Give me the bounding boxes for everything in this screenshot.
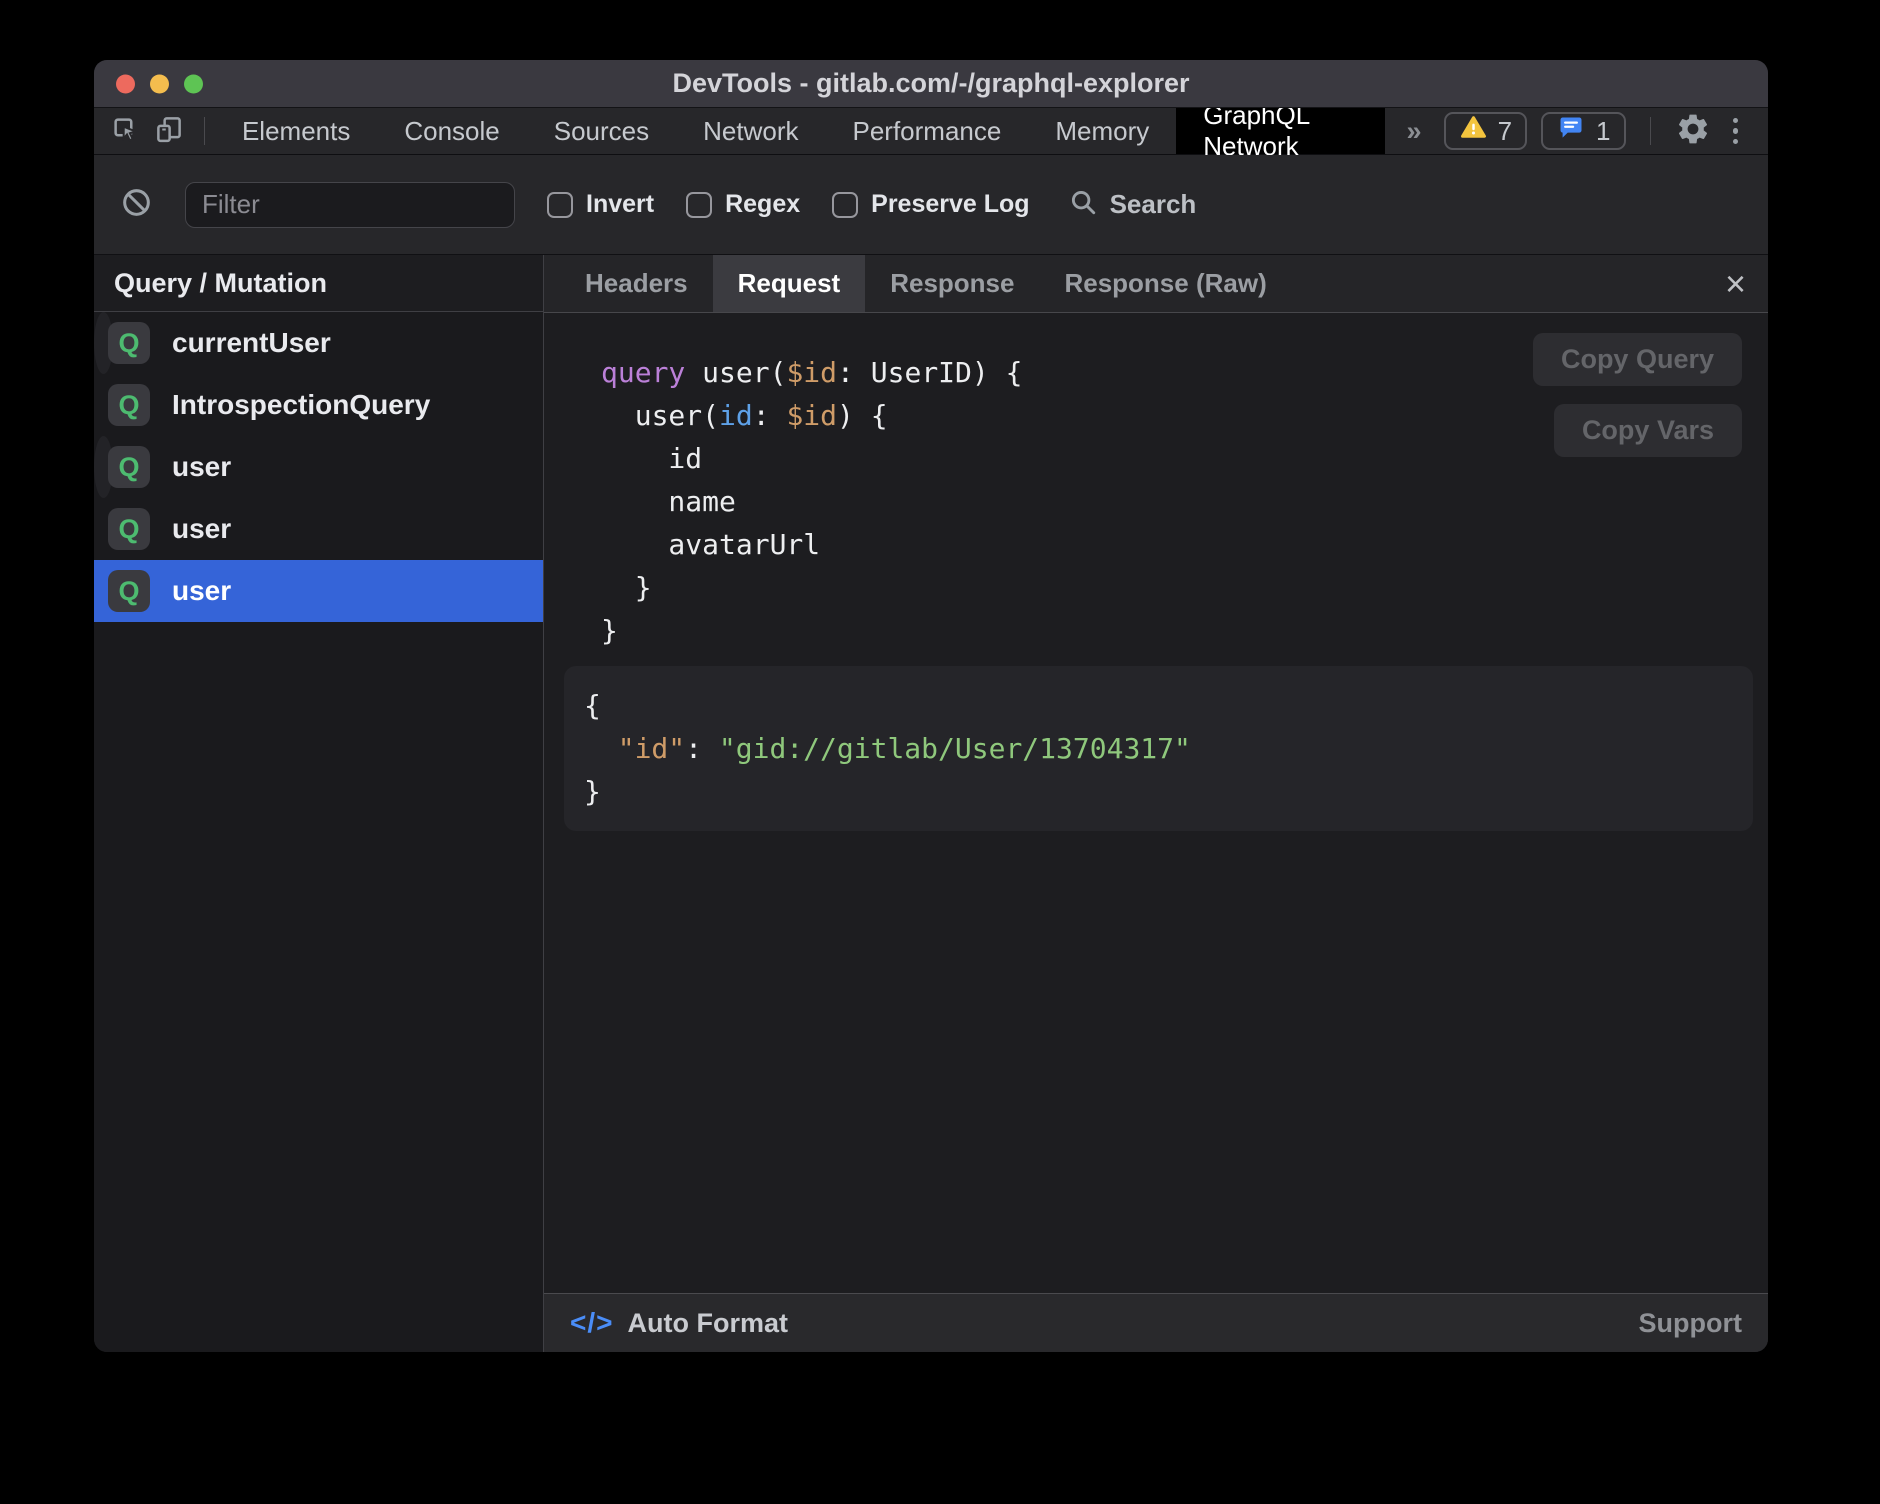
tab-elements[interactable]: Elements bbox=[215, 108, 377, 154]
minimize-window-button[interactable] bbox=[150, 74, 169, 93]
tab-sources[interactable]: Sources bbox=[527, 108, 676, 154]
tab-performance[interactable]: Performance bbox=[826, 108, 1029, 154]
tab-graphql-network[interactable]: GraphQL Network bbox=[1176, 108, 1384, 154]
issues-badge[interactable]: 1 bbox=[1541, 112, 1625, 150]
panel-tab-response-raw[interactable]: Response (Raw) bbox=[1039, 255, 1291, 312]
filter-checkboxes: Invert Regex Preserve Log bbox=[547, 190, 1030, 219]
query-list-item-user-3[interactable]: Quser bbox=[94, 498, 543, 560]
settings-gear-icon[interactable] bbox=[1675, 111, 1711, 152]
kebab-menu-icon[interactable] bbox=[1725, 118, 1747, 145]
checkbox-label-preserve-log: Preserve Log bbox=[871, 190, 1029, 219]
search-control[interactable]: Search bbox=[1068, 187, 1197, 222]
copy-query-button[interactable]: Copy Query bbox=[1533, 333, 1742, 386]
warnings-count: 7 bbox=[1498, 116, 1512, 147]
toolbar-divider bbox=[204, 117, 205, 145]
code-line: name bbox=[601, 480, 1768, 523]
search-label: Search bbox=[1110, 189, 1197, 220]
query-list-item-label: user bbox=[172, 451, 231, 483]
toolbar-icons bbox=[110, 108, 194, 154]
checkbox-invert[interactable] bbox=[547, 192, 573, 218]
query-list-item-introspectionquery-1[interactable]: Q IntrospectionQuery bbox=[94, 374, 543, 436]
query-list-item-label: user bbox=[172, 513, 231, 545]
query-list-item-user-2[interactable]: Quser bbox=[94, 436, 113, 498]
sidebar-header: Query / Mutation bbox=[94, 255, 543, 312]
tab-network[interactable]: Network bbox=[676, 108, 825, 154]
warnings-badge[interactable]: 7 bbox=[1444, 112, 1527, 150]
code-line: } bbox=[601, 566, 1768, 609]
window-controls bbox=[116, 74, 203, 93]
checkbox-label-invert: Invert bbox=[586, 190, 654, 219]
close-window-button[interactable] bbox=[116, 74, 135, 93]
checkbox-regex[interactable] bbox=[686, 192, 712, 218]
close-panel-icon[interactable]: × bbox=[1725, 266, 1746, 302]
auto-format-button[interactable]: Auto Format bbox=[627, 1308, 787, 1339]
title-bar: DevTools - gitlab.com/-/graphql-explorer bbox=[94, 60, 1768, 108]
inspect-element-icon[interactable] bbox=[110, 114, 140, 149]
request-panel: HeadersRequestResponseResponse (Raw) × C… bbox=[544, 255, 1768, 1352]
query-type-badge: Q bbox=[108, 384, 150, 426]
query-list-item-label: currentUser bbox=[172, 327, 331, 359]
code-line: "id": "gid://gitlab/User/13704317" bbox=[584, 727, 1733, 770]
checkbox-group-preserve-log[interactable]: Preserve Log bbox=[832, 190, 1029, 219]
more-tabs-button[interactable]: » bbox=[1385, 108, 1444, 154]
filter-input[interactable] bbox=[185, 182, 515, 228]
panel-tab-request[interactable]: Request bbox=[713, 255, 866, 312]
query-list-item-user-4[interactable]: Quser bbox=[94, 560, 543, 622]
panel-tab-response[interactable]: Response bbox=[865, 255, 1039, 312]
query-variables-box: { "id": "gid://gitlab/User/13704317"} bbox=[564, 666, 1753, 831]
main-area: Query / Mutation QcurrentUserQIntrospect… bbox=[94, 255, 1768, 1352]
code-format-icon: </> bbox=[570, 1307, 613, 1339]
query-type-badge: Q bbox=[108, 508, 150, 550]
panel-footer: </> Auto Format Support bbox=[544, 1293, 1768, 1352]
search-icon bbox=[1068, 187, 1098, 222]
query-type-badge: Q bbox=[108, 322, 150, 364]
code-line: } bbox=[584, 770, 1733, 813]
query-list-item-currentuser-0[interactable]: QcurrentUser bbox=[94, 312, 113, 374]
controls-divider bbox=[1650, 117, 1651, 145]
query-list-item-label: IntrospectionQuery bbox=[172, 389, 430, 421]
code-line: avatarUrl bbox=[601, 523, 1768, 566]
query-list-sidebar: Query / Mutation QcurrentUserQIntrospect… bbox=[94, 255, 544, 1352]
tab-console[interactable]: Console bbox=[377, 108, 526, 154]
checkbox-label-regex: Regex bbox=[725, 190, 800, 219]
block-filter-icon[interactable] bbox=[120, 186, 153, 224]
message-icon bbox=[1556, 114, 1586, 149]
copy-vars-button[interactable]: Copy Vars bbox=[1554, 404, 1742, 457]
checkbox-preserve-log[interactable] bbox=[832, 192, 858, 218]
maximize-window-button[interactable] bbox=[184, 74, 203, 93]
device-toolbar-icon[interactable] bbox=[154, 114, 184, 149]
code-line: } bbox=[601, 609, 1768, 652]
warning-icon bbox=[1459, 114, 1488, 148]
query-type-badge: Q bbox=[108, 570, 150, 612]
filter-bar: Invert Regex Preserve Log Search bbox=[94, 155, 1768, 255]
checkbox-group-invert[interactable]: Invert bbox=[547, 190, 654, 219]
query-list-item-label: user bbox=[172, 575, 231, 607]
code-line: { bbox=[584, 684, 1733, 727]
panel-tab-headers[interactable]: Headers bbox=[560, 255, 713, 312]
copy-buttons: Copy Query Copy Vars bbox=[1533, 333, 1742, 457]
tabbar-right-controls: 7 1 bbox=[1444, 108, 1768, 154]
tab-memory[interactable]: Memory bbox=[1028, 108, 1176, 154]
panel-tabs: HeadersRequestResponseResponse (Raw) bbox=[560, 255, 1292, 312]
issues-count: 1 bbox=[1596, 116, 1610, 147]
window-title: DevTools - gitlab.com/-/graphql-explorer bbox=[672, 68, 1189, 99]
checkbox-group-regex[interactable]: Regex bbox=[686, 190, 800, 219]
query-type-badge: Q bbox=[108, 446, 150, 488]
query-list: QcurrentUserQIntrospectionQueryQuserQuse… bbox=[94, 312, 543, 622]
support-link[interactable]: Support bbox=[1639, 1308, 1742, 1339]
request-content: Copy Query Copy Vars query user($id: Use… bbox=[544, 313, 1768, 1293]
devtools-window: DevTools - gitlab.com/-/graphql-explorer… bbox=[94, 60, 1768, 1352]
panel-tab-bar: HeadersRequestResponseResponse (Raw) × bbox=[544, 255, 1768, 313]
main-tabbar-tabs: ElementsConsoleSourcesNetworkPerformance… bbox=[215, 108, 1385, 154]
main-tab-bar: ElementsConsoleSourcesNetworkPerformance… bbox=[94, 108, 1768, 155]
